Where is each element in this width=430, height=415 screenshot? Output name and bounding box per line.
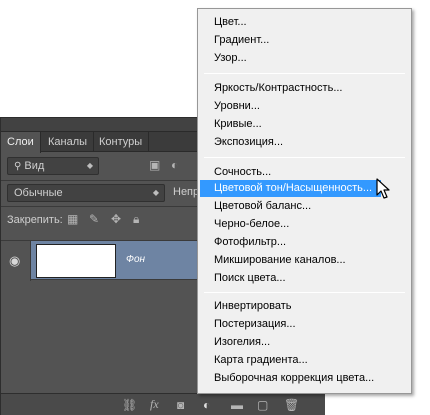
tab-paths[interactable]: Контуры xyxy=(93,132,150,152)
visibility-toggle[interactable]: ◉ xyxy=(1,241,31,281)
menu-item-selective-color[interactable]: Выборочная коррекция цвета... xyxy=(198,370,411,387)
mouse-cursor-icon xyxy=(376,178,390,199)
layer-filter-dropdown[interactable]: ⚲ Вид ◆ xyxy=(7,157,99,175)
panel-bottom-toolbar: ⛓ fx ◙ ◐ ▬ ▢ 🗑︎ xyxy=(1,393,325,415)
menu-item-exposure[interactable]: Экспозиция... xyxy=(198,134,411,151)
folder-icon[interactable]: ▬ xyxy=(231,398,243,412)
menu-item-hue-saturation[interactable]: Цветовой тон/Насыщенность... xyxy=(200,180,381,197)
menu-item-curves[interactable]: Кривые... xyxy=(198,116,411,133)
menu-item-color-balance[interactable]: Цветовой баланс... xyxy=(198,198,411,215)
lock-icon[interactable]: 🔒︎ xyxy=(133,212,139,226)
lock-label: Закрепить: xyxy=(7,214,63,226)
menu-item-invert[interactable]: Инвертировать xyxy=(198,298,411,315)
menu-item-pattern[interactable]: Узор... xyxy=(198,50,411,67)
fx-icon[interactable]: fx xyxy=(150,397,159,411)
chevron-updown-icon: ◆ xyxy=(152,188,159,197)
adjustment-layer-icon[interactable]: ◐ xyxy=(203,398,210,412)
menu-item-gradient[interactable]: Градиент... xyxy=(198,32,411,49)
menu-item-gradient-map[interactable]: Карта градиента... xyxy=(198,352,411,369)
mask-icon[interactable]: ◙ xyxy=(177,398,184,412)
menu-separator xyxy=(204,292,405,293)
menu-item-photo-filter[interactable]: Фотофильтр... xyxy=(198,234,411,251)
menu-item-channel-mixer[interactable]: Микширование каналов... xyxy=(198,252,411,269)
opacity-label: Непр xyxy=(173,186,200,198)
layer-thumbnail xyxy=(36,244,116,278)
blend-mode-dropdown[interactable]: Обычные ◆ xyxy=(7,184,165,202)
menu-item-solid-color[interactable]: Цвет... xyxy=(198,14,411,31)
trash-icon[interactable]: 🗑︎ xyxy=(284,398,299,412)
blend-mode-value: Обычные xyxy=(14,187,63,199)
menu-item-posterize[interactable]: Постеризация... xyxy=(198,316,411,333)
search-icon: ⚲ xyxy=(14,161,22,172)
new-layer-icon[interactable]: ▢ xyxy=(257,398,268,412)
menu-item-color-lookup[interactable]: Поиск цвета... xyxy=(198,270,411,287)
tab-layers[interactable]: Слои xyxy=(1,132,41,153)
move-icon[interactable]: ✥ xyxy=(111,212,121,226)
tab-channels[interactable]: Каналы xyxy=(42,132,95,152)
eye-icon: ◉ xyxy=(9,253,21,268)
menu-separator xyxy=(204,73,405,74)
adjustment-filter-icon[interactable]: ◐ xyxy=(171,158,178,172)
brush-icon[interactable]: ✎ xyxy=(89,212,99,226)
layer-name[interactable]: Фон xyxy=(126,254,145,265)
image-filter-icon[interactable]: ▣ xyxy=(149,158,160,172)
link-icon[interactable]: ⛓ xyxy=(122,398,137,412)
filter-label: Вид xyxy=(24,160,45,172)
menu-item-levels[interactable]: Уровни... xyxy=(198,98,411,115)
menu-separator xyxy=(204,157,405,158)
menu-item-threshold[interactable]: Изогелия... xyxy=(198,334,411,351)
adjustment-menu: Цвет... Градиент... Узор... Яркость/Конт… xyxy=(197,8,412,394)
menu-item-black-white[interactable]: Черно-белое... xyxy=(198,216,411,233)
chevron-updown-icon: ◆ xyxy=(86,161,93,170)
menu-item-brightness-contrast[interactable]: Яркость/Контрастность... xyxy=(198,80,411,97)
lock-transparent-icon[interactable]: ▦ xyxy=(67,212,78,226)
